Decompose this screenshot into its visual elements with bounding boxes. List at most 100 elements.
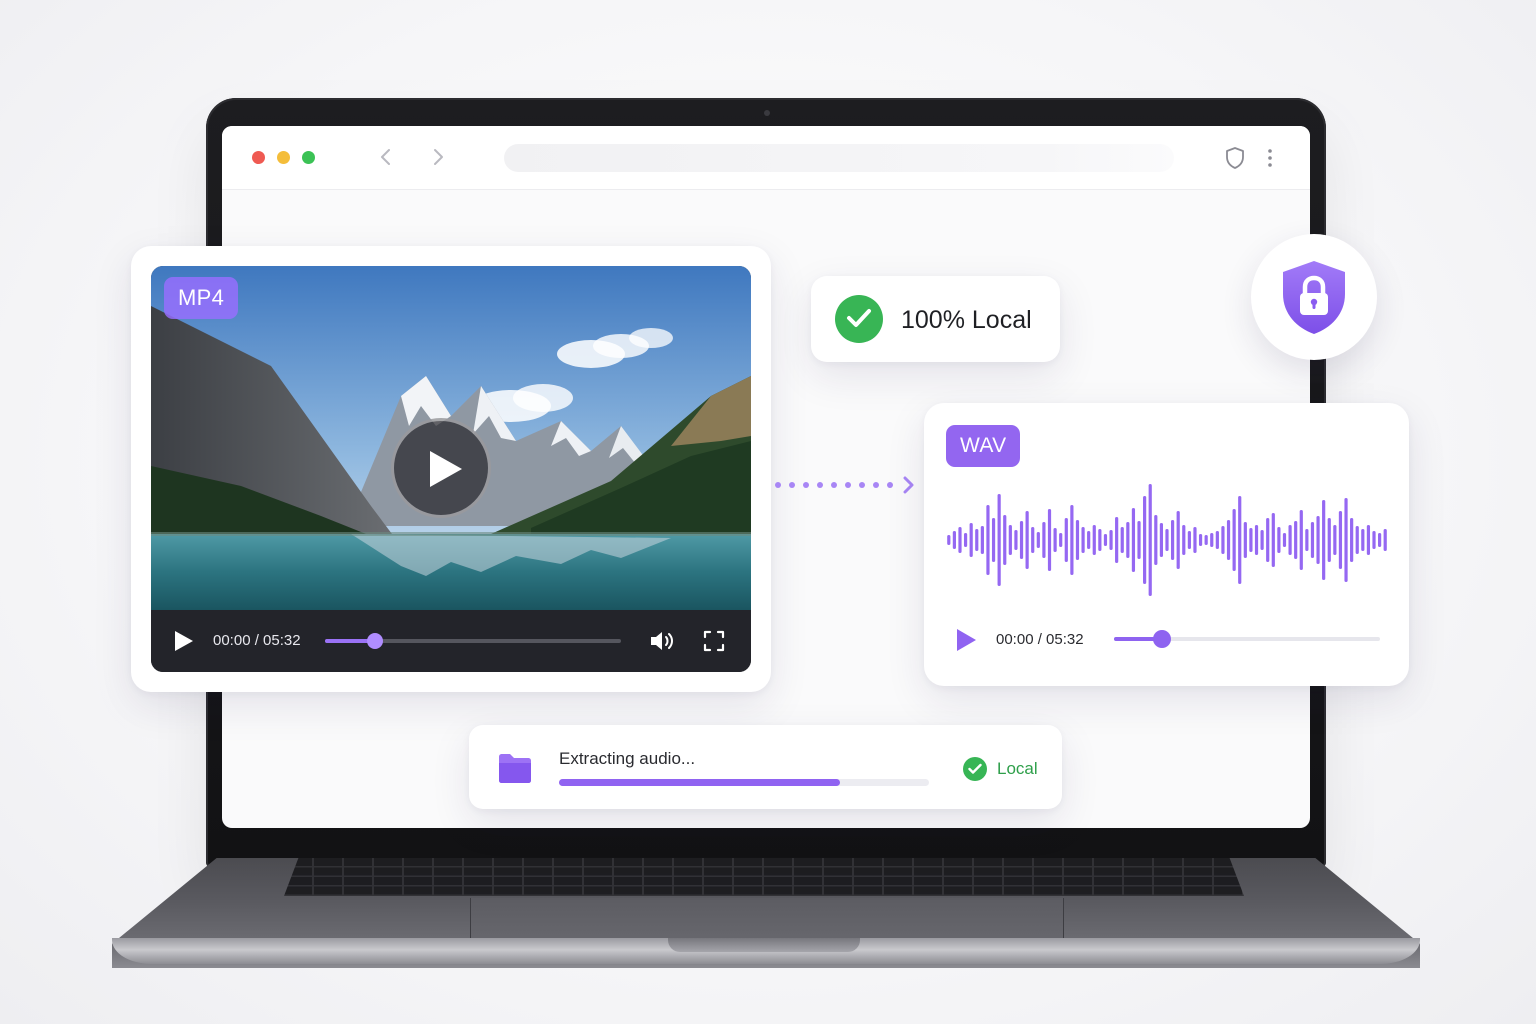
waveform-bar xyxy=(1232,509,1236,571)
waveform-bar xyxy=(1238,496,1242,584)
extraction-progress-card: Extracting audio... Local xyxy=(469,725,1062,809)
waveform-bar xyxy=(1115,517,1119,563)
audio-seek-handle[interactable] xyxy=(1152,630,1171,648)
waveform-bar xyxy=(1294,521,1298,559)
waveform-bar xyxy=(1204,535,1208,545)
waveform-bar xyxy=(1143,496,1147,584)
audio-card: WAV 00:00 / 05:32 xyxy=(924,403,1409,686)
extraction-progress-bar xyxy=(559,779,929,786)
shield-icon[interactable] xyxy=(1224,146,1246,170)
check-circle-icon xyxy=(963,757,987,781)
waveform-bar xyxy=(1187,531,1191,549)
waveform-bar xyxy=(958,527,962,553)
waveform-bar xyxy=(1333,525,1337,555)
video-controls: 00:00 / 05:32 xyxy=(151,610,751,672)
waveform-bar xyxy=(1266,518,1270,562)
waveform-bar xyxy=(1254,525,1259,555)
video-time: 00:00 / 05:32 xyxy=(213,632,301,649)
waveform-bar xyxy=(1372,531,1376,549)
volume-icon[interactable] xyxy=(649,629,677,653)
waveform-bar xyxy=(1036,532,1040,548)
waveform-bar xyxy=(1316,516,1320,564)
security-badge xyxy=(1251,234,1377,360)
laptop-keyboard xyxy=(284,858,1244,896)
waveform-bar xyxy=(1047,509,1052,571)
waveform-bar xyxy=(980,526,984,554)
fullscreen-icon[interactable] xyxy=(703,630,725,652)
waveform-bar xyxy=(1193,527,1197,553)
waveform-bar xyxy=(1198,534,1203,546)
window-maximize-button[interactable] xyxy=(302,151,315,164)
waveform-bar xyxy=(1277,527,1281,553)
waveform-bar xyxy=(1159,523,1164,557)
waveform-bar xyxy=(1165,529,1169,551)
waveform-bar xyxy=(1249,528,1253,552)
waveform-bar xyxy=(1003,515,1007,565)
waveform-bar xyxy=(1305,529,1309,551)
waveform-bar xyxy=(1355,526,1359,554)
waveform-bar xyxy=(1070,505,1074,575)
folder-icon xyxy=(499,754,531,783)
play-icon[interactable] xyxy=(173,629,195,653)
waveform-bar xyxy=(1310,522,1315,558)
laptop-trackpad xyxy=(470,898,1064,940)
format-badge-wav: WAV xyxy=(946,425,1021,467)
video-seek-bar[interactable] xyxy=(325,633,621,649)
waveform-bar xyxy=(952,531,956,549)
waveform-bar xyxy=(1282,533,1287,547)
window-close-button[interactable] xyxy=(252,151,265,164)
video-player[interactable]: MP4 00:00 / 05:32 xyxy=(151,266,751,672)
local-status-label: 100% Local xyxy=(901,306,1032,334)
waveform-bar xyxy=(1215,531,1219,549)
waveform-bar xyxy=(969,523,973,557)
video-play-overlay-button[interactable] xyxy=(391,418,491,518)
waveform-bar xyxy=(1327,518,1331,562)
waveform-bar xyxy=(1148,484,1152,596)
local-status-card: 100% Local xyxy=(811,276,1060,362)
waveform-bar xyxy=(975,529,979,551)
waveform-bar xyxy=(991,518,996,562)
waveform-bar xyxy=(1378,533,1382,547)
waveform-bar xyxy=(1288,525,1292,555)
extraction-label: Extracting audio... xyxy=(559,749,696,768)
play-icon xyxy=(430,451,462,487)
waveform-bar xyxy=(1176,511,1180,569)
waveform-bar xyxy=(1126,522,1130,558)
chevron-right-icon[interactable] xyxy=(428,146,448,168)
audio-waveform xyxy=(947,484,1387,596)
waveform-bar xyxy=(1025,511,1029,569)
conversion-arrow xyxy=(775,476,914,494)
laptop-camera xyxy=(764,110,770,116)
audio-seek-bar[interactable] xyxy=(1114,630,1380,648)
laptop-notch xyxy=(668,938,860,952)
waveform-bar xyxy=(1260,530,1264,550)
waveform-bar xyxy=(1081,527,1085,553)
waveform-bar xyxy=(1109,530,1113,550)
waveform-bar xyxy=(1092,525,1096,555)
shield-lock-icon xyxy=(1283,261,1345,334)
waveform-bar xyxy=(1243,522,1247,558)
waveform-bar xyxy=(997,494,1001,586)
waveform-bar xyxy=(1383,529,1387,551)
waveform-bar xyxy=(1221,526,1225,554)
video-seek-handle[interactable] xyxy=(367,633,384,649)
waveform-bar xyxy=(1154,515,1158,565)
chevron-left-icon[interactable] xyxy=(376,146,396,168)
video-card: MP4 00:00 / 05:32 xyxy=(131,246,771,692)
play-icon[interactable] xyxy=(954,627,978,653)
waveform-bar xyxy=(1014,530,1018,550)
check-circle-icon xyxy=(835,295,883,343)
waveform-bar xyxy=(1098,529,1102,551)
waveform-bar xyxy=(947,535,951,545)
kebab-menu-icon[interactable] xyxy=(1262,148,1278,168)
window-minimize-button[interactable] xyxy=(277,151,290,164)
waveform-bar xyxy=(1031,527,1035,553)
waveform-bar xyxy=(1299,510,1303,570)
address-bar[interactable] xyxy=(504,144,1174,172)
waveform-bar xyxy=(1170,520,1175,560)
waveform-bar xyxy=(1361,529,1365,551)
waveform-bar xyxy=(1019,521,1024,559)
waveform-bar xyxy=(963,533,968,547)
extraction-status: Local xyxy=(997,759,1038,778)
waveform-bar xyxy=(1322,500,1326,580)
